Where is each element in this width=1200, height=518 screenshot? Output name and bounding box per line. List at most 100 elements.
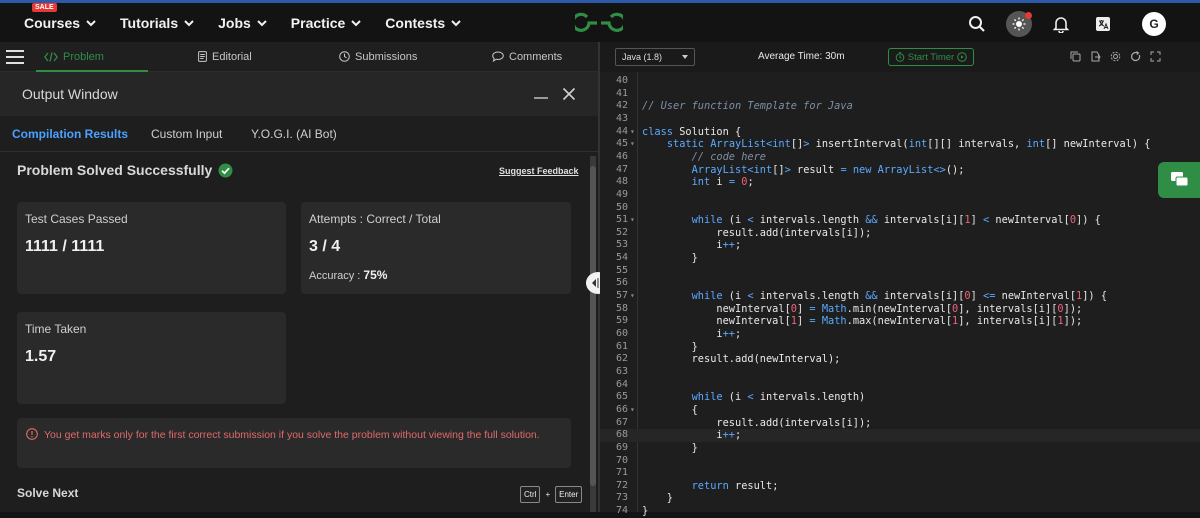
code-line[interactable]: 72 return result;: [600, 480, 1200, 493]
theme-toggle-icon[interactable]: [1006, 11, 1032, 37]
code-line[interactable]: 61 }: [600, 341, 1200, 354]
code-line[interactable]: 68 i++;: [600, 429, 1200, 442]
code-line[interactable]: 53 i++;: [600, 239, 1200, 252]
scrollbar-thumb[interactable]: [590, 166, 596, 486]
code-line[interactable]: 58 newInterval[0] = Math.min(newInterval…: [600, 303, 1200, 316]
code-line[interactable]: 65 while (i < intervals.length): [600, 391, 1200, 404]
chevron-down-icon: [86, 19, 96, 26]
code-line[interactable]: 40: [600, 75, 1200, 88]
tab-yogi-ai-bot[interactable]: Y.O.G.I. (AI Bot): [251, 127, 337, 141]
suggest-feedback-link[interactable]: Suggest Feedback: [499, 166, 579, 176]
code-line[interactable]: 46 // code here: [600, 151, 1200, 164]
code-line[interactable]: 66 ▾ {: [600, 404, 1200, 417]
timer-icon: [895, 52, 905, 62]
code-line[interactable]: 60 i++;: [600, 328, 1200, 341]
nav-courses[interactable]: SALE Courses: [24, 2, 98, 31]
code-line[interactable]: 56: [600, 277, 1200, 290]
code-text: newInterval[0] = Math.min(newInterval[0]…: [642, 302, 1083, 315]
chevron-down-icon: [257, 19, 267, 26]
geeksforgeeks-logo[interactable]: [575, 11, 623, 35]
document-icon: [198, 51, 207, 62]
nav-jobs[interactable]: Jobs: [218, 15, 269, 31]
warning-text: You get marks only for the first correct…: [44, 429, 540, 441]
nav-jobs-label: Jobs: [218, 14, 251, 31]
status-row: Problem Solved Successfully: [17, 162, 233, 178]
line-number: 40: [616, 75, 629, 86]
avatar[interactable]: G: [1142, 12, 1166, 36]
output-scrollbar[interactable]: [590, 156, 596, 512]
fold-arrow-icon[interactable]: ▾: [630, 290, 635, 303]
fold-arrow-icon[interactable]: ▾: [630, 214, 635, 227]
code-area[interactable]: 40 41 42 // User function Template for Java…: [600, 72, 1200, 517]
nav-tutorials[interactable]: Tutorials: [120, 15, 196, 31]
nav-tutorials-label: Tutorials: [120, 14, 179, 31]
line-number: 41: [616, 87, 629, 99]
tab-problem[interactable]: Problem: [44, 51, 104, 63]
fold-arrow-icon[interactable]: ▾: [630, 138, 635, 151]
code-text: }: [642, 492, 673, 505]
code-line[interactable]: 44 ▾ class Solution {: [600, 126, 1200, 139]
tab-compilation-results[interactable]: Compilation Results: [12, 127, 128, 141]
code-text: newInterval[1] = Math.max(newInterval[1]…: [642, 315, 1083, 328]
accuracy-row: Accuracy : 75%: [309, 268, 387, 282]
code-line[interactable]: 70: [600, 455, 1200, 468]
code-line[interactable]: 45 ▾ static ArrayList<int[]> insertInterv…: [600, 138, 1200, 151]
line-number: 53: [616, 239, 629, 251]
comment-icon: [492, 51, 504, 62]
solve-next-heading: Solve Next: [17, 486, 79, 500]
close-icon[interactable]: [562, 87, 576, 101]
code-line[interactable]: 42 // User function Template for Java: [600, 100, 1200, 113]
code-line[interactable]: 67 result.add(intervals[i]);: [600, 417, 1200, 430]
code-line[interactable]: 51 ▾ while (i < intervals.length && inter…: [600, 214, 1200, 227]
code-line[interactable]: 74}: [600, 505, 1200, 518]
code-line[interactable]: 55: [600, 265, 1200, 278]
code-line[interactable]: 62 result.add(newInterval);: [600, 353, 1200, 366]
search-icon[interactable]: [964, 11, 990, 37]
code-line[interactable]: 48 int i = 0;: [600, 176, 1200, 189]
menu-icon[interactable]: [6, 49, 24, 64]
code-line[interactable]: 50: [600, 202, 1200, 215]
translate-icon[interactable]: [1090, 11, 1116, 37]
tab-custom-input[interactable]: Custom Input: [151, 127, 222, 141]
chevron-down-icon: [451, 19, 461, 26]
code-line[interactable]: 49: [600, 189, 1200, 202]
line-number: 44: [616, 125, 629, 137]
code-text: static ArrayList<int[]> insertInterval(i…: [666, 138, 1151, 151]
code-line[interactable]: 54 }: [600, 252, 1200, 265]
code-line[interactable]: 41: [600, 88, 1200, 101]
code-line[interactable]: 47 ArrayList<int[]> result = new ArrayLi…: [600, 164, 1200, 177]
chat-button[interactable]: [1158, 162, 1200, 198]
code-line[interactable]: 59 newInterval[1] = Math.max(newInterval…: [600, 315, 1200, 328]
tab-submissions[interactable]: Submissions: [339, 51, 417, 63]
bell-icon[interactable]: [1048, 11, 1074, 37]
code-line[interactable]: 71: [600, 467, 1200, 480]
line-number: 43: [616, 112, 629, 124]
language-select[interactable]: Java (1.8): [615, 48, 695, 66]
tab-editorial[interactable]: Editorial: [198, 51, 252, 63]
code-text: while (i < intervals.length && intervals…: [691, 290, 1108, 303]
reset-icon[interactable]: [1130, 51, 1141, 62]
attempts-value: 3 / 4: [309, 238, 341, 255]
attempts-label: Attempts : Correct / Total: [309, 212, 441, 226]
minimize-icon[interactable]: [534, 97, 548, 99]
copy-icon[interactable]: [1070, 51, 1081, 62]
code-line[interactable]: 64: [600, 379, 1200, 392]
code-line[interactable]: 69 }: [600, 442, 1200, 455]
nav-practice[interactable]: Practice: [291, 15, 363, 31]
fold-arrow-icon[interactable]: ▾: [630, 404, 635, 417]
output-window-title: Output Window: [22, 86, 118, 102]
code-line[interactable]: 73 }: [600, 492, 1200, 505]
code-line[interactable]: 43: [600, 113, 1200, 126]
fullscreen-icon[interactable]: [1150, 51, 1161, 62]
fold-arrow-icon[interactable]: ▾: [630, 126, 635, 139]
export-icon[interactable]: [1090, 51, 1101, 62]
notification-dot: [1025, 12, 1032, 19]
start-timer-button[interactable]: Start Timer: [888, 48, 974, 66]
settings-icon[interactable]: [1110, 51, 1121, 62]
code-line[interactable]: 52 result.add(intervals[i]);: [600, 227, 1200, 240]
tab-comments[interactable]: Comments: [492, 51, 562, 63]
code-line[interactable]: 57 ▾ while (i < intervals.length && inter…: [600, 290, 1200, 303]
line-number: 47: [616, 163, 629, 175]
nav-contests[interactable]: Contests: [385, 15, 463, 31]
code-line[interactable]: 63: [600, 366, 1200, 379]
